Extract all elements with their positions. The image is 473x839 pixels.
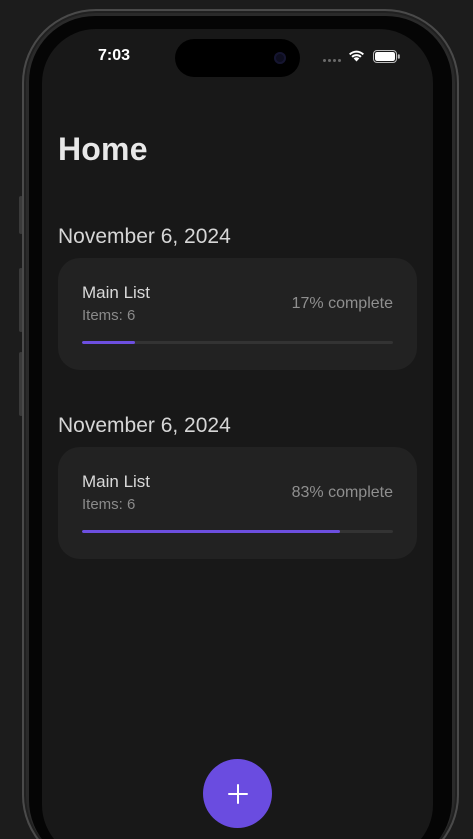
list-item-count: Items: 6	[82, 496, 136, 513]
section-date-heading: November 6, 2024	[58, 414, 231, 437]
wifi-icon	[349, 50, 364, 62]
page-title: Home	[58, 131, 148, 167]
section-date-heading: November 6, 2024	[58, 225, 231, 248]
progress-bar-fill	[82, 530, 341, 533]
progress-bar	[82, 341, 393, 344]
battery-icon	[373, 50, 400, 63]
cellular-dots-icon	[323, 59, 341, 62]
plus-icon	[227, 783, 248, 804]
list-progress-label: 83% complete	[291, 484, 393, 501]
list-item-count: Items: 6	[82, 307, 136, 324]
status-time: 7:03	[97, 47, 131, 64]
progress-bar-fill	[82, 341, 135, 344]
list-card[interactable]: Main List Items: 6 17% complete	[58, 258, 417, 370]
device-stage: 7:03 Home November 6, 2024 Main List Ite…	[0, 0, 473, 839]
add-list-button[interactable]	[203, 759, 272, 828]
list-card[interactable]: Main List Items: 6 83% complete	[58, 447, 417, 559]
list-progress-label: 17% complete	[291, 295, 393, 312]
progress-bar	[82, 530, 393, 533]
list-name: Main List	[82, 283, 151, 302]
front-camera-icon	[274, 52, 286, 64]
list-name: Main List	[82, 472, 151, 491]
app-screen: 7:03 Home November 6, 2024 Main List Ite…	[42, 29, 433, 839]
dynamic-island	[175, 39, 300, 77]
